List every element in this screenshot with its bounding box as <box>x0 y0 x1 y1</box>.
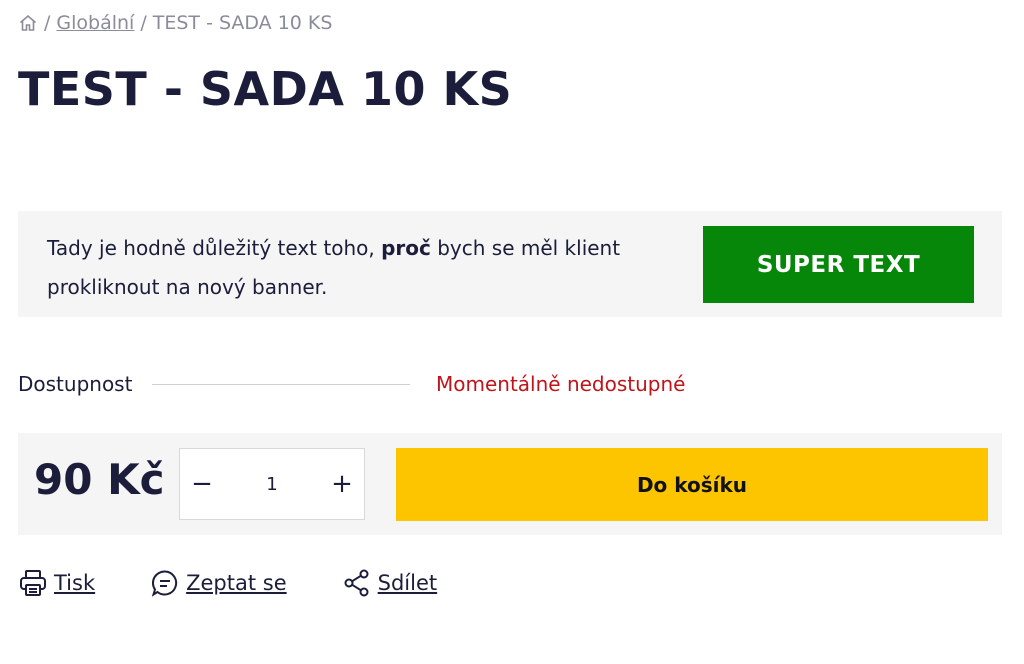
share-link[interactable]: Sdílet <box>342 568 437 598</box>
quantity-stepper: − + <box>179 448 365 520</box>
breadcrumb-category-link[interactable]: Globální <box>56 12 134 34</box>
product-price: 90 Kč <box>34 455 165 504</box>
availability-divider <box>152 383 410 385</box>
share-link-label: Sdílet <box>377 571 438 595</box>
availability-status: Momentálně nedostupné <box>436 372 686 396</box>
promo-banner: Tady je hodně důležitý text toho, proč b… <box>18 211 1002 317</box>
breadcrumb-separator: / <box>140 12 147 34</box>
page-title: TEST - SADA 10 KS <box>18 62 513 116</box>
add-to-cart-button[interactable]: Do košíku <box>396 448 988 521</box>
home-icon[interactable] <box>18 13 38 33</box>
quantity-increase-button[interactable]: + <box>320 449 364 519</box>
banner-text: Tady je hodně důležitý text toho, proč b… <box>47 229 667 307</box>
share-icon <box>342 568 372 598</box>
quantity-input[interactable] <box>235 472 309 496</box>
print-link-label: Tisk <box>54 571 96 595</box>
ask-question-link[interactable]: Zeptat se <box>150 568 287 598</box>
availability-row: Dostupnost Momentálně nedostupné <box>18 369 718 399</box>
product-actions: Tisk Zeptat se Sdílet <box>18 568 492 598</box>
breadcrumb: / Globální / TEST - SADA 10 KS <box>18 12 332 34</box>
breadcrumb-separator: / <box>44 12 51 34</box>
banner-text-start: Tady je hodně důležitý text toho, <box>47 236 382 260</box>
quantity-decrease-button[interactable]: − <box>180 449 224 519</box>
banner-text-bold: proč <box>381 236 431 260</box>
printer-icon <box>18 568 48 598</box>
breadcrumb-current: TEST - SADA 10 KS <box>152 12 333 34</box>
chat-bubble-icon <box>150 568 180 598</box>
print-link[interactable]: Tisk <box>18 568 95 598</box>
buy-box: 90 Kč − + Do košíku <box>18 433 1002 535</box>
super-text-button[interactable]: SUPER TEXT <box>703 226 974 303</box>
ask-question-label: Zeptat se <box>186 571 287 595</box>
availability-label: Dostupnost <box>18 372 133 396</box>
